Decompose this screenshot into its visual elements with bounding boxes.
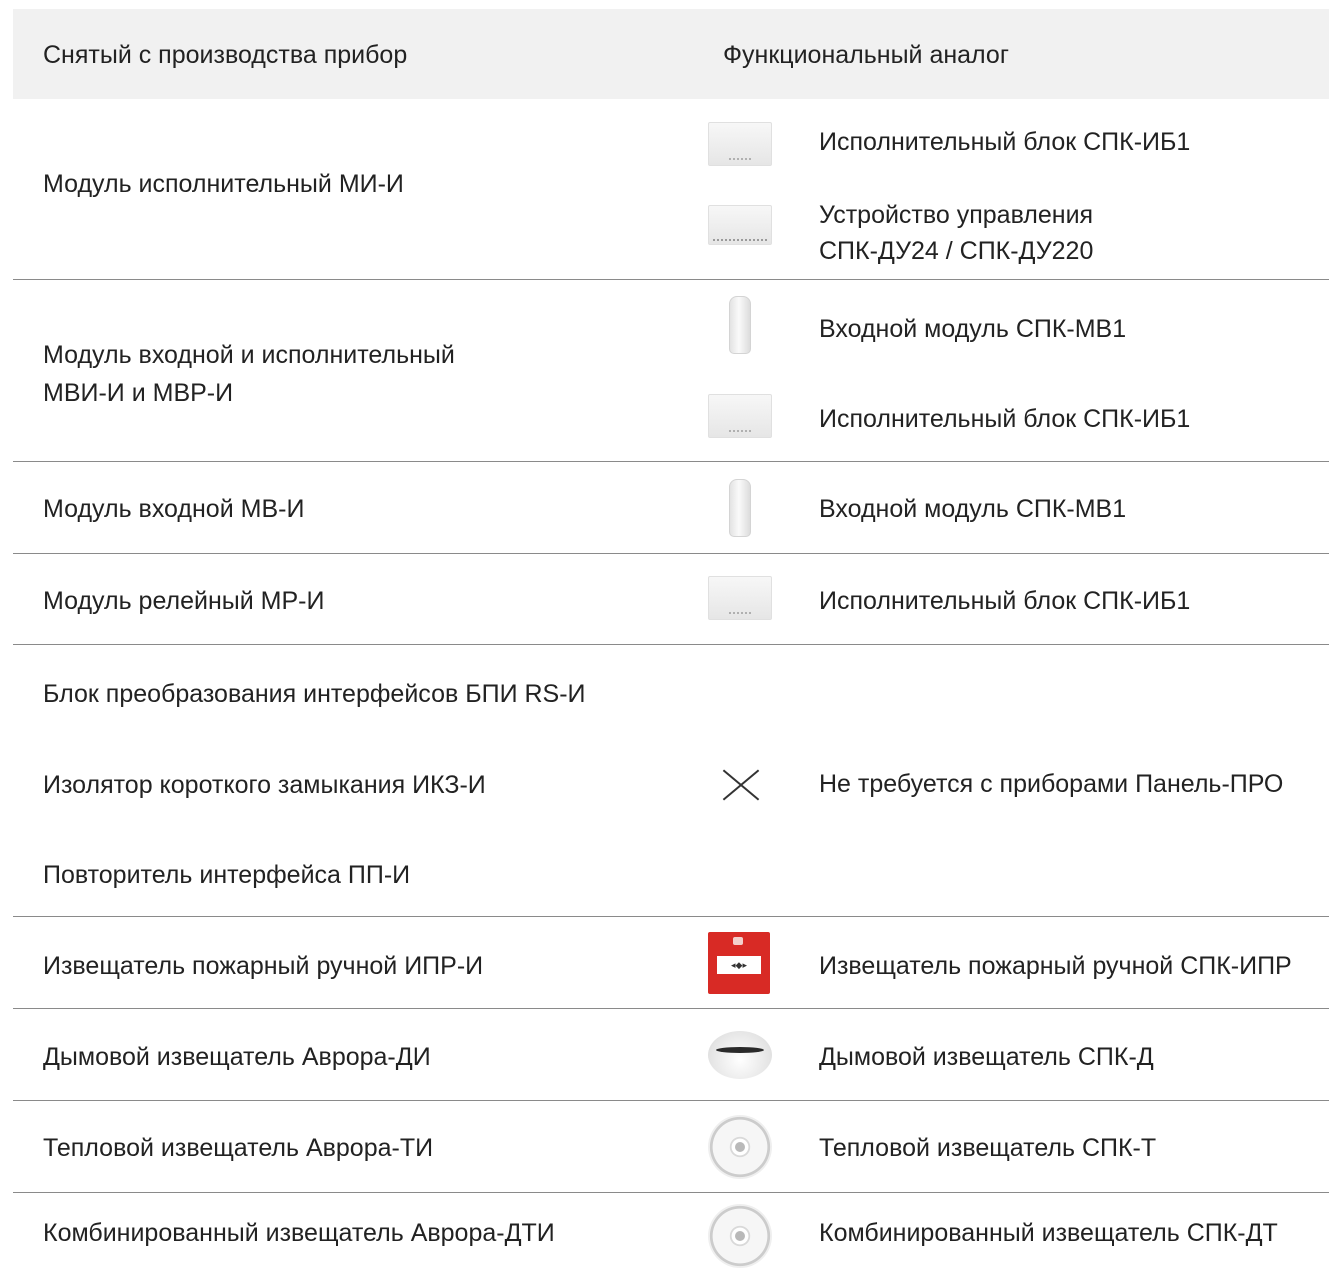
analog-name: Исполнительный блок СПК-ИБ1 — [819, 587, 1191, 615]
analog-item: Устройство управления СПК-ДУ24 / СПК-ДУ2… — [708, 196, 1329, 265]
table-row: Модуль релейный МР-И Исполнительный блок… — [13, 553, 1329, 644]
discontinued-device-line2: МВИ-И и МВР-И — [43, 379, 234, 407]
discontinued-device: Изолятор короткого замыкания ИКЗ-И — [43, 771, 486, 799]
input-module-icon — [729, 296, 751, 354]
analog-name-line1: Устройство управления — [819, 201, 1094, 229]
table-row: Тепловой извещатель Аврора-ТИ Тепловой и… — [13, 1100, 1329, 1192]
discontinued-device: Дымовой извещатель Аврора-ДИ — [43, 1043, 431, 1071]
table-header: Снятый с производства прибор Функциональ… — [13, 9, 1329, 99]
analog-item: Не требуется с приборами Панель-ПРО — [708, 765, 1329, 803]
analog-name: Не требуется с приборами Панель-ПРО — [819, 770, 1284, 798]
analog-name: Комбинированный извещатель СПК-ДТ — [819, 1219, 1278, 1247]
analog-name: Исполнительный блок СПК-ИБ1 — [819, 128, 1191, 156]
table-row: Дымовой извещатель Аврора-ДИ Дымовой изв… — [13, 1008, 1329, 1100]
control-device-icon — [708, 205, 772, 245]
input-module-icon — [729, 479, 751, 537]
table-row: Комбинированный извещатель Аврора-ДТИ Ко… — [13, 1192, 1329, 1278]
executive-block-icon — [708, 394, 772, 438]
analog-name: Входной модуль СПК-МВ1 — [819, 495, 1127, 523]
smoke-detector-icon — [708, 1031, 772, 1079]
analog-item: Исполнительный блок СПК-ИБ1 — [708, 394, 1329, 438]
analog-name: Исполнительный блок СПК-ИБ1 — [819, 405, 1191, 433]
analog-item: Тепловой извещатель СПК-Т — [708, 1115, 1329, 1179]
table-row: Блок преобразования интерфейсов БПИ RS-И… — [13, 644, 1329, 916]
analog-item: Извещатель пожарный ручной СПК-ИПР — [708, 932, 1329, 994]
analog-item: Исполнительный блок СПК-ИБ1 — [708, 576, 1329, 620]
table-row: Извещатель пожарный ручной ИПР-И Извещат… — [13, 916, 1329, 1008]
discontinued-device: Модуль релейный МР-И — [43, 587, 325, 615]
analog-item: Исполнительный блок СПК-ИБ1 — [708, 122, 1329, 166]
header-analog: Функциональный аналог — [723, 41, 1009, 69]
table-row: Модуль входной МВ-И Входной модуль СПК-М… — [13, 461, 1329, 553]
table-row: Модуль входной и исполнительный МВИ-И и … — [13, 279, 1329, 461]
table-row: Модуль исполнительный МИ-И Исполнительны… — [13, 99, 1329, 279]
analog-name: Извещатель пожарный ручной СПК-ИПР — [819, 952, 1292, 980]
analog-item: Дымовой извещатель СПК-Д — [708, 1031, 1329, 1079]
header-discontinued: Снятый с производства прибор — [43, 41, 408, 69]
manual-call-point-icon — [708, 932, 770, 994]
cross-icon — [722, 766, 760, 804]
analog-name: Дымовой извещатель СПК-Д — [819, 1043, 1154, 1071]
heat-detector-icon — [708, 1115, 772, 1179]
analog-item: Комбинированный извещатель СПК-ДТ — [708, 1204, 1329, 1268]
discontinued-device: Повторитель интерфейса ПП-И — [43, 861, 411, 889]
analog-name: Входной модуль СПК-МВ1 — [819, 315, 1127, 343]
discontinued-device-line1: Модуль входной и исполнительный — [43, 341, 455, 369]
discontinued-device: Извещатель пожарный ручной ИПР-И — [43, 952, 484, 980]
combined-detector-icon — [708, 1204, 772, 1268]
discontinued-device: Комбинированный извещатель Аврора-ДТИ — [43, 1219, 555, 1247]
replacement-table: Снятый с производства прибор Функциональ… — [13, 9, 1329, 1278]
discontinued-device: Модуль исполнительный МИ-И — [43, 170, 404, 198]
discontinued-device: Блок преобразования интерфейсов БПИ RS-И — [43, 680, 586, 708]
discontinued-device: Модуль входной МВ-И — [43, 495, 305, 523]
discontinued-device: Тепловой извещатель Аврора-ТИ — [43, 1134, 434, 1162]
executive-block-icon — [708, 576, 772, 620]
executive-block-icon — [708, 122, 772, 166]
analog-name-line2: СПК-ДУ24 / СПК-ДУ220 — [819, 237, 1094, 265]
analog-name: Тепловой извещатель СПК-Т — [819, 1134, 1157, 1162]
